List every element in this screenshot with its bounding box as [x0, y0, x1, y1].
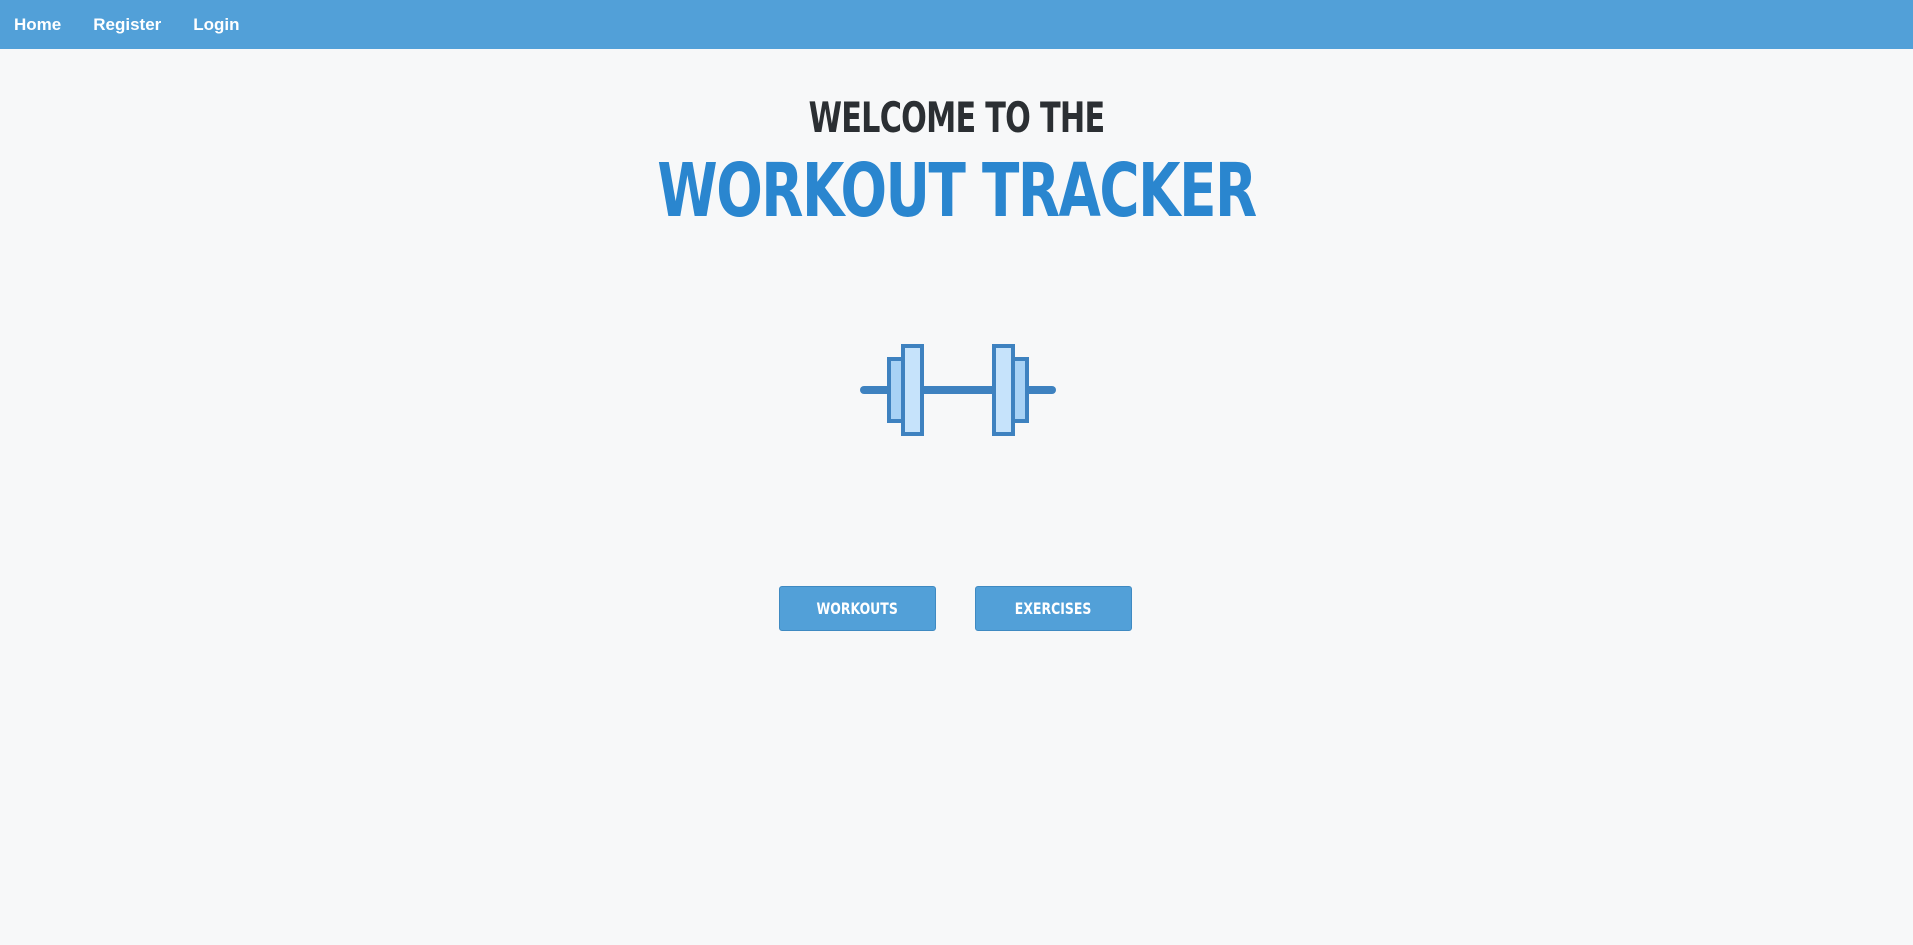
- app-title: WORKOUT TRACKER: [657, 148, 1257, 234]
- top-navbar: Home Register Login: [0, 0, 1913, 49]
- welcome-heading: WELCOME TO THE: [808, 93, 1106, 142]
- workouts-button[interactable]: WORKOUTS: [779, 586, 936, 631]
- workouts-button-label: WORKOUTS: [816, 599, 899, 618]
- nav-home-link[interactable]: Home: [14, 15, 61, 35]
- nav-register-link[interactable]: Register: [93, 15, 161, 35]
- barbell-icon: [860, 344, 1056, 436]
- nav-login-link[interactable]: Login: [193, 15, 239, 35]
- exercises-button[interactable]: EXERCISES: [975, 586, 1132, 631]
- exercises-button-label: EXERCISES: [1015, 599, 1092, 618]
